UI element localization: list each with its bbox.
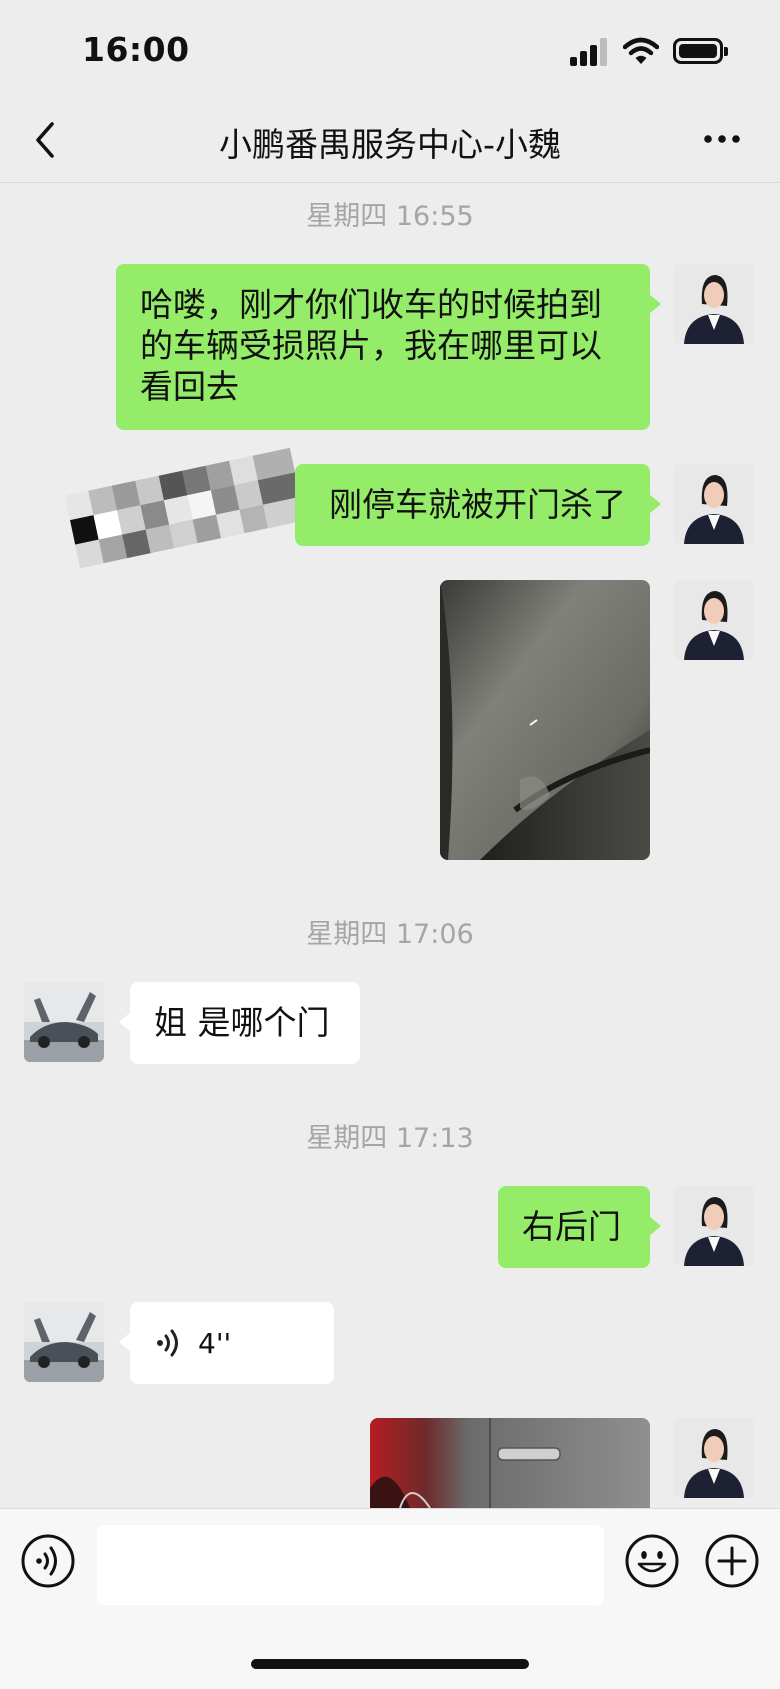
battery-icon [673,38,728,64]
my-avatar[interactable] [674,1186,754,1266]
home-indicator[interactable] [251,1659,529,1669]
message-text: 刚停车就被开门杀了 [329,485,626,524]
plus-icon[interactable] [704,1533,760,1589]
contact-avatar[interactable] [24,982,104,1062]
input-bar [0,1508,780,1689]
message-text-line: 的车辆受损照片，我在哪里可以 [140,326,602,365]
message-bubble-sent[interactable]: 刚停车就被开门杀了 [295,464,661,546]
message-text-line: 看回去 [140,367,239,406]
voice-mode-icon[interactable] [20,1533,76,1589]
timestamp: 星期四 17:06 [306,919,474,950]
my-avatar[interactable] [674,464,754,544]
my-avatar[interactable] [674,264,754,344]
timestamp: 星期四 16:55 [306,201,474,232]
wifi-icon [623,37,659,64]
chat-header: 小鹏番禺服务中心-小魏 [0,100,780,183]
voice-message-bubble[interactable]: 4'' [119,1302,334,1384]
voice-wave-icon [157,1329,178,1357]
status-bar: 16:00 [0,0,780,100]
car-rear-door-photo[interactable] [370,1418,650,1508]
status-time: 16:00 [82,30,190,69]
message-text: 姐 是哪个门 [154,1003,330,1042]
message-text-line: 哈喽，刚才你们收车的时候拍到 [140,285,602,324]
timestamp: 星期四 17:13 [306,1123,474,1154]
blurred-mosaic-image [66,447,304,569]
more-dots-icon[interactable] [702,124,742,154]
chat-title: 小鹏番禺服务中心-小魏 [219,125,561,164]
voice-duration: 4'' [198,1327,232,1360]
cellular-signal-icon [570,38,610,66]
car-door-photo[interactable] [440,580,650,860]
message-bubble-sent[interactable]: 右后门 [498,1186,661,1268]
contact-avatar[interactable] [24,1302,104,1382]
message-text: 右后门 [522,1207,621,1246]
message-bubble-sent[interactable]: 哈喽，刚才你们收车的时候拍到 的车辆受损照片，我在哪里可以 看回去 [116,264,661,430]
my-avatar[interactable] [674,580,754,660]
emoji-icon[interactable] [624,1533,680,1589]
message-bubble-received[interactable]: 姐 是哪个门 [119,982,360,1064]
my-avatar[interactable] [674,1418,754,1498]
message-input[interactable] [97,1525,604,1605]
